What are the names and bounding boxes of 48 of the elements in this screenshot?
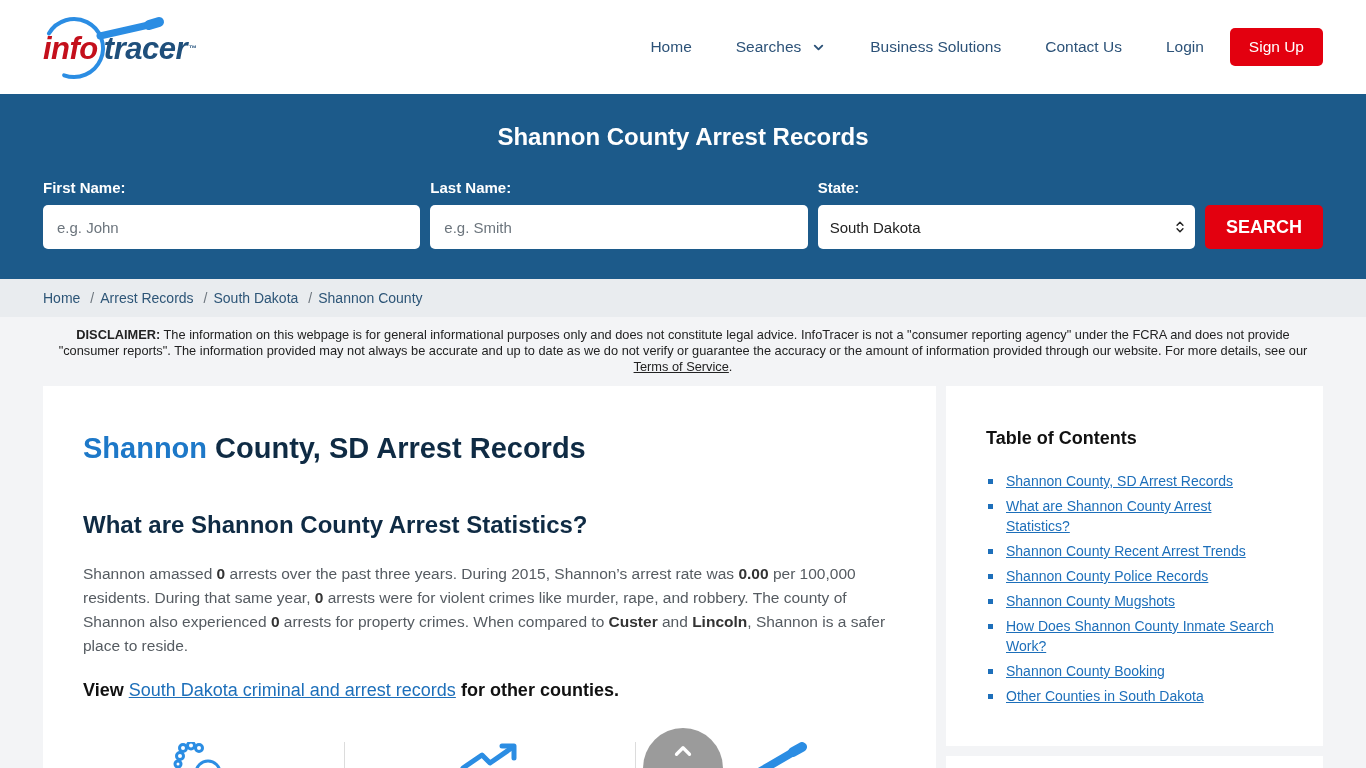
toc-link[interactable]: Other Counties in South Dakota: [1006, 686, 1204, 706]
search-title: Shannon County Arrest Records: [496, 122, 870, 152]
view-records-text: View South Dakota criminal and arrest records for other counties.: [83, 679, 620, 702]
bullet-icon: [988, 549, 993, 554]
trending-up-icon: [460, 742, 520, 768]
breadcrumb-link[interactable]: Shannon County: [318, 290, 423, 306]
toc-link[interactable]: Shannon County Police Records: [1006, 566, 1209, 586]
bullet-icon: [988, 504, 993, 509]
field-label: State:: [817, 179, 860, 197]
toc-link[interactable]: Shannon County Mugshots: [1006, 591, 1175, 611]
toc-title: Table of Contents: [986, 427, 1138, 450]
nav-link[interactable]: Login: [1165, 38, 1204, 56]
search-button[interactable]: SEARCH: [1205, 205, 1323, 249]
bullet-icon: [988, 669, 993, 674]
section-heading: What are Shannon County Arrest Statistics?: [83, 510, 589, 540]
toc-link[interactable]: What are Shannon County Arrest Statistics?: [1006, 496, 1277, 536]
nav-link[interactable]: Home: [650, 38, 692, 56]
nav-link[interactable]: Contact Us: [1045, 38, 1122, 56]
breadcrumb-link[interactable]: Home: [43, 290, 81, 306]
disclaimer-text: DISCLAIMER: The information on this webpage is for general informational purposes only and does not constitute legal advice. InfoTracer is not a "consumer reporting agency" under the FCRA and does not provide "consumer reports". The information provided may not always be accurate and up to date as we do not verify or guarantee the accuracy or the amount of information provided through our website. For more details, see our Terms of Service.: [57, 326, 1309, 376]
terms-link[interactable]: Terms of Service: [633, 359, 729, 374]
select-field[interactable]: South Dakota: [817, 205, 1195, 249]
bullet-icon: [988, 599, 993, 604]
bullet-icon: [988, 574, 993, 579]
breadcrumb-separator: /: [307, 290, 314, 306]
sign-up-button[interactable]: Sign Up: [1229, 28, 1323, 66]
text-field[interactable]: e.g. Smith: [430, 205, 808, 249]
logo[interactable]: info tracer$^{™}$: [43, 13, 211, 81]
chevrons-up-down-icon: [1173, 220, 1187, 234]
toc-link[interactable]: Shannon County Booking: [1006, 661, 1165, 681]
breadcrumb-link[interactable]: Arrest Records: [100, 290, 194, 306]
text-field[interactable]: e.g. John: [43, 205, 421, 249]
nav-menu-link[interactable]: Searches: [735, 38, 827, 56]
breadcrumb-separator: /: [202, 290, 209, 306]
breadcrumb-separator: /: [89, 290, 96, 306]
toc-link[interactable]: Shannon County Recent Arrest Trends: [1006, 541, 1246, 561]
bullet-icon: [988, 624, 993, 629]
statistics-paragraph: Shannon amassed 0 arrests over the past three years. During 2015, Shannon’s arrest rate was 0.00 per 100,000 residents. During that same year, 0 arrests were for violent crimes like murder, rape, and robbery. The county of Shannon also experienced 0 arrests for property crimes. When compared to Custer and Lincoln, Shannon is a safer place to reside.: [83, 564, 887, 656]
bullet-icon: [988, 479, 993, 484]
bullet-icon: [988, 694, 993, 699]
field-label: Last Name:: [430, 179, 512, 197]
article-title: Shannon County, SD Arrest Records: [83, 431, 587, 466]
toc-link[interactable]: Shannon County, SD Arrest Records: [1006, 471, 1233, 491]
breadcrumb-link[interactable]: South Dakota: [213, 290, 299, 306]
toc-link[interactable]: How Does Shannon County Inmate Search Work?: [1006, 616, 1277, 656]
field-label: First Name:: [43, 179, 126, 197]
state-records-link[interactable]: South Dakota criminal and arrest records: [128, 680, 456, 700]
nav-link[interactable]: Business Solutions: [870, 38, 1002, 56]
